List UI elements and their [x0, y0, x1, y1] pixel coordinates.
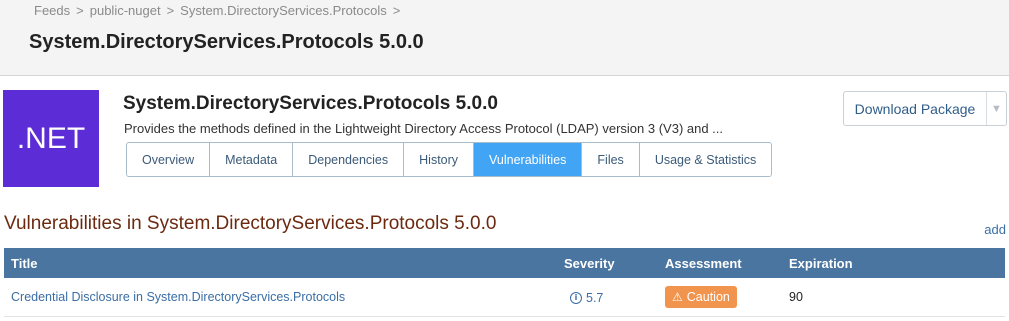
tab-vulnerabilities[interactable]: Vulnerabilities	[474, 143, 583, 176]
cell-expiration: 90	[782, 278, 1005, 317]
breadcrumb-item-feeds[interactable]: Feeds	[34, 3, 70, 18]
caret-down-icon[interactable]: ▼	[986, 92, 1006, 125]
warning-icon: ⚠	[672, 289, 683, 304]
tab-usage-statistics[interactable]: Usage & Statistics	[639, 143, 772, 176]
column-header-expiration: Expiration	[782, 248, 1005, 278]
page-title: System.DirectoryServices.Protocols 5.0.0	[29, 31, 424, 53]
cell-severity: i 5.7	[557, 278, 658, 317]
breadcrumb-separator: >	[392, 3, 401, 18]
column-header-severity: Severity	[557, 248, 658, 278]
vulnerabilities-table: Title Severity Assessment Expiration Cre…	[4, 248, 1005, 317]
cell-assessment: ⚠ Caution	[658, 278, 782, 317]
cell-title: Credential Disclosure in System.Director…	[4, 278, 557, 317]
info-icon: i	[570, 291, 582, 304]
breadcrumb-separator: >	[166, 3, 175, 18]
breadcrumb: Feeds > public-nuget > System.DirectoryServi…	[34, 3, 406, 18]
tab-files[interactable]: Files	[582, 143, 640, 176]
download-package-button[interactable]: Download Package	[844, 92, 986, 125]
breadcrumb-separator: >	[76, 3, 84, 18]
tab-metadata[interactable]: Metadata	[210, 143, 294, 176]
package-logo: .NET	[3, 90, 99, 187]
download-package-button-group: Download Package ▼	[843, 91, 1007, 126]
tab-overview[interactable]: Overview	[127, 143, 211, 176]
table-header-row: Title Severity Assessment Expiration	[4, 248, 1005, 278]
top-header: Feeds > public-nuget > System.DirectoryServi…	[0, 0, 1009, 76]
severity-value[interactable]: i 5.7	[564, 291, 603, 305]
package-description: Provides the methods defined in the Ligh…	[124, 121, 724, 136]
section-title: Vulnerabilities in System.DirectoryServi…	[4, 213, 497, 234]
tab-history[interactable]: History	[404, 143, 475, 176]
package-title: System.DirectoryServices.Protocols 5.0.0	[123, 93, 498, 114]
assessment-label: Caution	[686, 289, 730, 304]
tab-dependencies[interactable]: Dependencies	[293, 143, 405, 176]
column-header-assessment: Assessment	[658, 248, 782, 278]
breadcrumb-item-package[interactable]: System.DirectoryServices.Protocols	[180, 3, 387, 18]
column-header-title: Title	[4, 248, 557, 278]
add-vulnerability-link[interactable]: add	[984, 222, 1006, 237]
table-row: Credential Disclosure in System.Director…	[4, 278, 1005, 317]
severity-score: 5.7	[586, 290, 604, 305]
vulnerability-title-link[interactable]: Credential Disclosure in System.Director…	[11, 290, 345, 304]
assessment-badge[interactable]: ⚠ Caution	[665, 285, 737, 308]
package-logo-text: .NET	[16, 121, 86, 155]
breadcrumb-item-feed[interactable]: public-nuget	[90, 3, 161, 18]
package-tabs: Overview Metadata Dependencies History V…	[126, 142, 773, 177]
